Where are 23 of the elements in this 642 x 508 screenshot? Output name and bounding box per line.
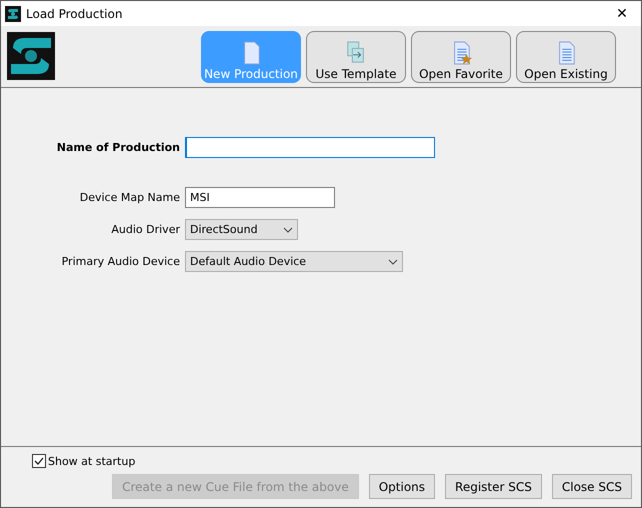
checkbox-label: Show at startup — [48, 454, 136, 468]
dropdown[interactable]: Default Audio Device — [185, 251, 403, 272]
caret-icon — [388, 258, 398, 264]
copy-document-icon — [345, 40, 367, 64]
app-logo-icon — [5, 6, 21, 22]
dropdown[interactable]: DirectSound — [185, 219, 298, 240]
window-title: Load Production — [26, 6, 122, 20]
field-label: Name of Production — [56, 141, 181, 154]
production-name-field[interactable] — [185, 137, 435, 158]
app-logo-icon — [7, 32, 55, 80]
dialog-button[interactable]: Close SCS — [552, 474, 632, 499]
mode-tab[interactable]: Open Favorite — [411, 30, 511, 82]
dialog-button[interactable]: Register SCS — [445, 474, 542, 499]
device-map-field[interactable]: MSI — [185, 187, 335, 208]
mode-tab[interactable]: Use Template — [306, 30, 406, 82]
checkbox[interactable] — [32, 454, 46, 468]
caret-icon — [283, 226, 293, 232]
field-label: Device Map Name — [78, 191, 181, 204]
field-label: Primary Audio Device — [60, 255, 181, 268]
field-label: Audio Driver — [110, 223, 181, 236]
mode-tab[interactable]: Open Existing — [516, 30, 616, 82]
dialog-button[interactable]: Options — [368, 474, 436, 499]
close-button[interactable]: ✕ — [603, 6, 641, 22]
